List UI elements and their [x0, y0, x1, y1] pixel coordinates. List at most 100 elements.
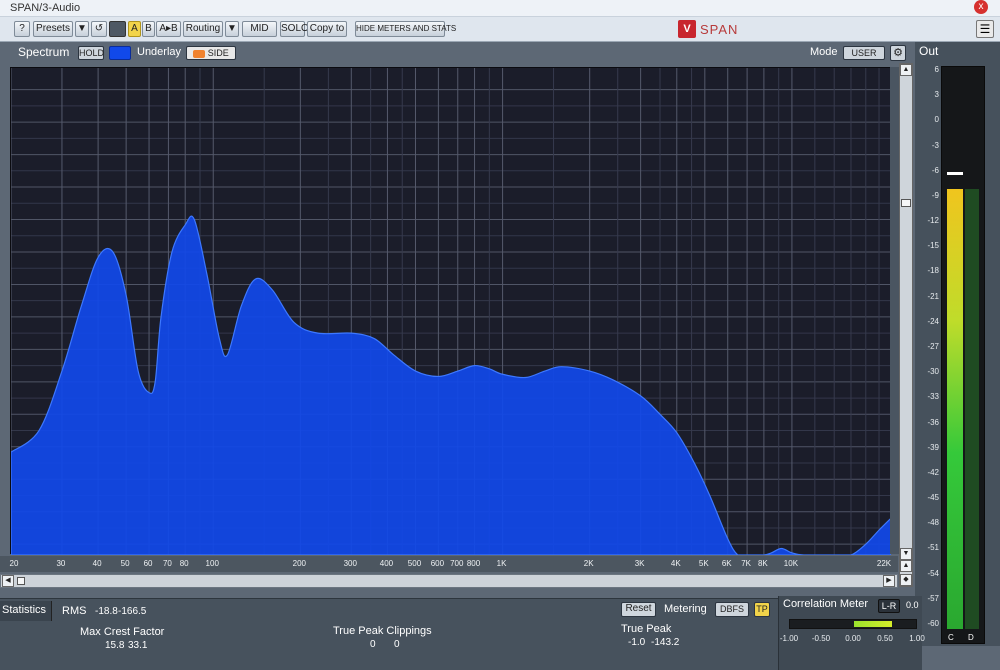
routing-button[interactable]: Routing [183, 21, 223, 37]
correlation-value: 0.0 [906, 600, 919, 610]
frequency-tick-label: 70 [162, 559, 172, 568]
mode-label: Mode [810, 46, 838, 58]
frequency-tick-label: 3K [634, 559, 645, 568]
undo-icon[interactable]: ↺ [91, 21, 107, 37]
title-bar: SPAN/3-Audio x [0, 0, 1000, 17]
b-button[interactable]: B [142, 21, 155, 37]
correlation-meter-panel: Correlation Meter L-R 0.0 -1.00 -0.50 0.00… [778, 596, 925, 670]
meter-channel-c: C [948, 633, 954, 642]
menu-icon[interactable]: ☰ [976, 20, 994, 38]
underlay-side-button[interactable]: SIDE [186, 46, 236, 60]
frequency-tick-label: 1K [496, 559, 507, 568]
correlation-tick-label: 0.00 [845, 634, 861, 643]
true-peak-left-value: -1.0 [628, 637, 646, 648]
output-scale-label: -39 [927, 442, 939, 452]
frequency-tick-label: 2K [583, 559, 594, 568]
output-scale-label: -27 [927, 342, 939, 351]
output-scale-label: -54 [927, 568, 939, 578]
frequency-tick-label: 300 [343, 559, 357, 568]
true-peak-clippings-label: True Peak Clippings [333, 625, 432, 637]
correlation-meter-label: Correlation Meter [783, 598, 868, 610]
frequency-tick-label: 50 [120, 559, 130, 568]
scroll-left-icon[interactable]: ◀ [2, 575, 14, 587]
window-title: SPAN/3-Audio [10, 2, 81, 14]
horizontal-scrollbar[interactable]: ◀ ▶ [0, 574, 898, 588]
crest-right-value: 33.1 [128, 640, 148, 651]
frequency-scale: 20 30 40 50 60 70 80 100 200 300 400 500 600 700 800 1K… [0, 556, 898, 572]
frequency-tick-label: 7K [741, 559, 751, 568]
frequency-tick-label: 30 [56, 559, 66, 568]
spectrum-plot[interactable] [10, 67, 891, 555]
output-scale-label: -6 [931, 165, 939, 175]
scroll-down-icon[interactable]: ▼ [900, 548, 912, 560]
scroll-right-icon[interactable]: ▶ [883, 575, 895, 587]
horizontal-scroll-thumb[interactable] [17, 577, 25, 585]
underlay-label: Underlay [137, 46, 182, 58]
span-window: SPAN/3-Audio x ? Presets ▼ ↺ A B A▸B Rou… [0, 0, 1000, 670]
true-peak-toggle[interactable]: TP [754, 602, 770, 617]
logo-mark: V [678, 20, 696, 38]
hold-button[interactable]: HOLD [78, 46, 104, 60]
zoom-in-icon[interactable]: ▲ [900, 560, 912, 572]
zoom-out-icon[interactable]: ◆ [900, 574, 912, 586]
correlation-tick-label: 0.50 [877, 634, 893, 643]
help-button[interactable]: ? [14, 21, 30, 37]
reset-button[interactable]: Reset [621, 602, 656, 617]
correlation-mode-button[interactable]: L-R [878, 599, 900, 613]
logo-text: SPAN [700, 21, 739, 37]
settings-gear-icon[interactable]: ⚙ [890, 45, 906, 61]
metering-mode-select[interactable]: DBFS [715, 602, 749, 617]
output-scale-label: -21 [927, 291, 939, 301]
solo-button[interactable]: SOLO [280, 21, 309, 37]
presets-dropdown-icon[interactable]: ▼ [75, 21, 89, 37]
clippings-right-value: 0 [394, 639, 400, 650]
frequency-tick-label: 400 [379, 559, 394, 568]
meter-channel-d: D [968, 633, 974, 642]
frequency-tick-label: 8K [757, 559, 768, 568]
hide-meters-button[interactable]: HIDE METERS AND STATS [355, 21, 456, 37]
scroll-up-icon[interactable]: ▲ [900, 64, 912, 76]
spectrum-color-swatch[interactable] [109, 46, 131, 60]
true-peak-label: True Peak [621, 623, 672, 635]
close-button[interactable]: x [974, 0, 988, 14]
a-button[interactable]: A [128, 21, 141, 37]
vertical-scroll-thumb[interactable] [901, 199, 911, 207]
frequency-tick-label: 700 [450, 559, 464, 568]
output-scale-label: -42 [927, 467, 939, 477]
preset-slot-button[interactable] [109, 21, 126, 37]
frequency-tick-label: 100 [205, 559, 219, 568]
rms-label: RMS [62, 605, 87, 617]
spectrum-svg [11, 68, 891, 555]
spectrum-label: Spectrum [18, 45, 70, 59]
span-logo: V SPAN [678, 20, 738, 38]
mode-select[interactable]: USER [843, 46, 885, 60]
frequency-tick-label: 80 [179, 559, 189, 568]
spectrum-header: Spectrum HOLD Underlay SIDE Mode USER ⚙ [10, 42, 913, 62]
output-scale-label: 0 [934, 115, 939, 125]
correlation-bar [789, 619, 917, 629]
output-scale-label: -3 [931, 140, 939, 150]
correlation-tick-label: 1.00 [909, 634, 925, 643]
true-peak-right-value: -143.2 [651, 637, 680, 648]
output-scale-label: -45 [927, 493, 939, 503]
crest-factor-label: Max Crest Factor [80, 626, 165, 638]
statistics-label: Statistics [2, 604, 47, 616]
vertical-scrollbar[interactable]: ▲ ▼ ▲ ◆ [899, 63, 913, 587]
frequency-tick-label: 500 [407, 559, 422, 568]
crest-left-value: 15.8 [105, 640, 125, 651]
copy-to-button[interactable]: Copy to [307, 21, 347, 37]
output-scale-label: -9 [931, 190, 939, 200]
presets-button[interactable]: Presets [33, 21, 73, 37]
a-to-b-button[interactable]: A▸B [156, 21, 181, 37]
clippings-left-value: 0 [370, 639, 376, 650]
output-scale-label: -30 [927, 367, 939, 377]
metering-label: Metering [664, 603, 707, 615]
statistics-tab[interactable]: Statistics [0, 601, 52, 621]
output-scale-label: -15 [927, 241, 939, 251]
output-scale-label: 3 [934, 90, 939, 100]
frequency-tick-label: 40 [92, 559, 102, 568]
output-level-bar-right [965, 188, 979, 629]
mid-button[interactable]: MID [242, 21, 277, 37]
output-scale-label: -18 [927, 266, 939, 276]
routing-dropdown-icon[interactable]: ▼ [225, 21, 239, 37]
